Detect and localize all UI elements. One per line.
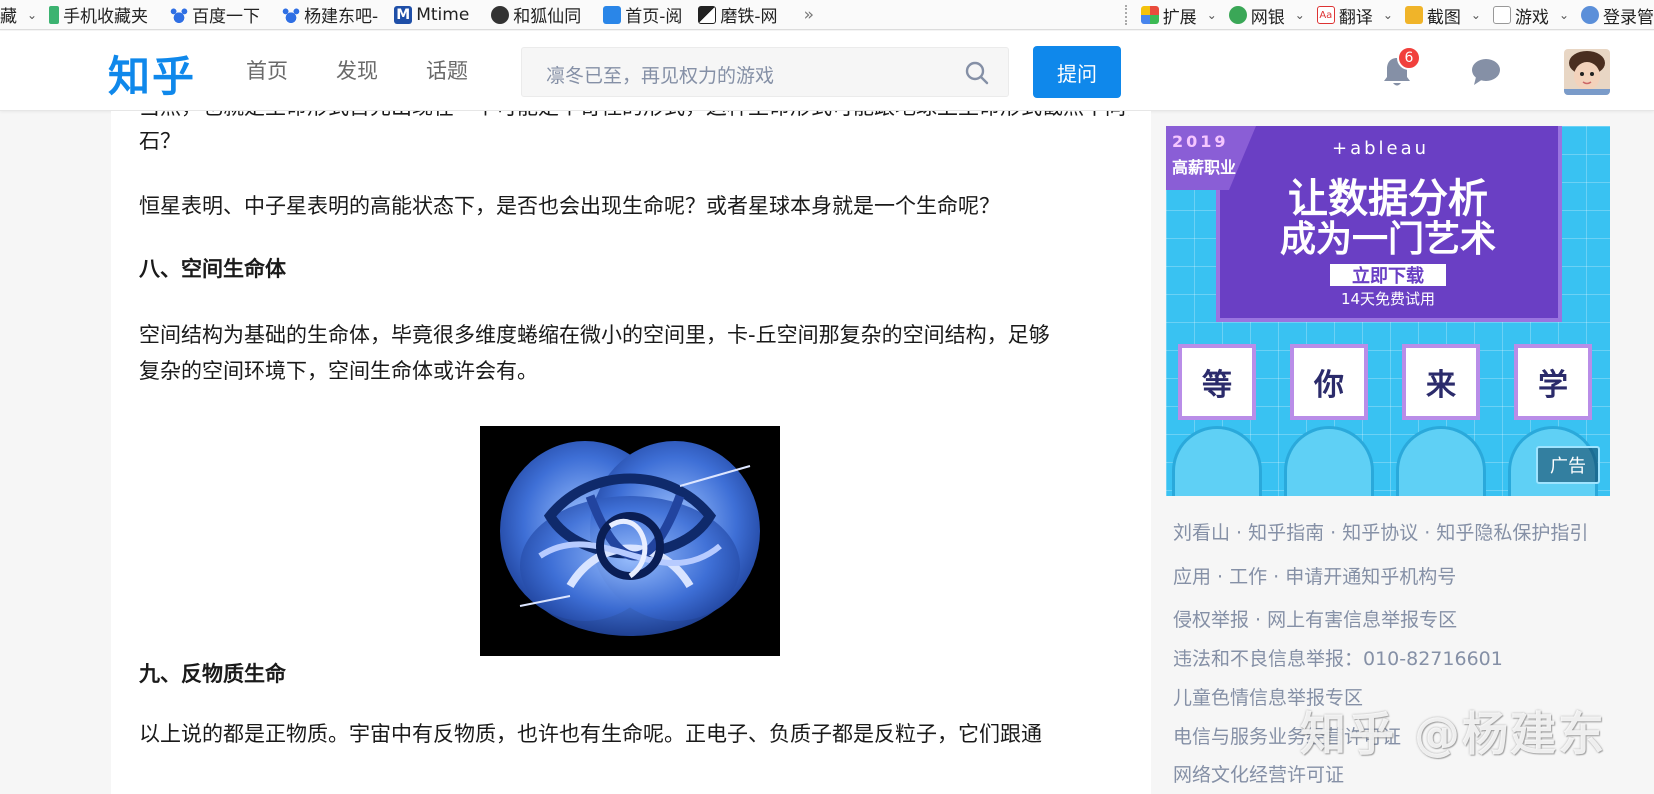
toolbar-label: 截图 [1426, 7, 1461, 28]
footer-links-row[interactable]: 刘看山 · 知乎指南 · 知乎协议 · 知乎隐私保护指引 [1173, 518, 1588, 545]
page-icon [603, 5, 622, 24]
avatar-image [1564, 49, 1610, 95]
article-paragraph: 恒星表明、中子星表明的高能状态下，是否也会出现生命呢？或者星球本身就是一个生命呢… [139, 194, 1000, 218]
article-paragraph: 以上说的都是正物质。宇宙中有反物质，也许也有生命呢。正电子、负质子都是反粒子，它… [139, 722, 1042, 746]
section-heading: 九、反物质生命 [139, 662, 286, 686]
toolbar-label: 游戏 [1514, 7, 1549, 28]
article-image-calabi-yau[interactable] [480, 426, 780, 656]
footer-links-row[interactable]: 网络文化经营许可证 [1173, 760, 1344, 787]
chevron-down-icon: ⌄ [1558, 8, 1569, 22]
zhihu-logo[interactable]: 知乎 [108, 43, 196, 104]
more-bookmarks-button[interactable]: » [798, 0, 820, 29]
nav-home[interactable]: 首页 [246, 55, 288, 85]
game-icon [1492, 6, 1511, 24]
nav-topics[interactable]: 话题 [426, 55, 468, 85]
more-icon: » [803, 4, 814, 25]
toolbar-label: 登录管 [1603, 7, 1654, 28]
phone-icon [49, 5, 60, 24]
bookmark-label: 和狐仙同 [513, 7, 582, 27]
translate-button[interactable]: Aa 翻译 ⌄ [1311, 0, 1399, 29]
footer-report-line[interactable]: 违法和不良信息举报：010-82716601 [1173, 644, 1503, 671]
toolbar-label: 网银 [1250, 7, 1285, 28]
tableau-logo: +ableau [1332, 138, 1430, 159]
sohu-fox-icon [491, 5, 510, 24]
bookmark-item[interactable]: M Mtime [388, 0, 475, 29]
bookmarks-bar: 藏 ⌄ 手机收藏夹 百度一下 杨建东吧- M Mtime 和狐仙同 首页-阅 磨… [0, 0, 1654, 30]
ad-card: 学 [1514, 344, 1592, 420]
chevron-down-icon: ⌄ [1382, 8, 1393, 22]
tableau-ad-banner[interactable]: 2019 高薪职业 +ableau 让数据分析 成为一门艺术 立即下载 14天免… [1166, 126, 1610, 496]
bookmark-label: 杨建东吧- [304, 7, 379, 27]
extensions-icon [1140, 6, 1159, 24]
toolbar-right: 扩展 ⌄ 网银 ⌄ Aa 翻译 ⌄ 截图 ⌄ 游戏 ⌄ 登录管 [1116, 0, 1654, 29]
nav-discover[interactable]: 发现 [336, 55, 378, 85]
search-placeholder: 凛冬已至，再见权力的游戏 [546, 65, 775, 87]
bookmark-item[interactable]: 百度一下 [164, 0, 266, 29]
bookmark-item[interactable]: 和狐仙同 [485, 0, 587, 29]
ask-question-button[interactable]: 提问 [1033, 46, 1121, 98]
extensions-button[interactable]: 扩展 ⌄ [1135, 0, 1223, 29]
messages-icon[interactable] [1470, 57, 1502, 87]
search-icon[interactable] [964, 60, 990, 86]
bookmark-label: 藏 [0, 7, 17, 27]
toolbar-label: 翻译 [1338, 7, 1373, 28]
bookmark-item[interactable]: 磨铁-网 [692, 0, 783, 29]
article-content: 当然，也就是生命形式首先出现在一个可能是个奇怪的形式，这种生命形式可能跟地球上生… [111, 111, 1151, 794]
chevron-down-icon: ⌄ [1294, 8, 1305, 22]
bank-shield-icon [1228, 6, 1247, 24]
screenshot-button[interactable]: 截图 ⌄ [1399, 0, 1487, 29]
toolbar-label: 扩展 [1162, 7, 1197, 28]
zhihu-watermark: 知乎 @杨建东 [1300, 707, 1607, 761]
toolbar-divider [1124, 5, 1129, 25]
bookmark-label: Mtime [416, 4, 470, 25]
motie-icon [698, 5, 717, 24]
mtime-icon: M [394, 5, 413, 24]
baidu-paw-icon [282, 5, 301, 24]
site-header: 知乎 首页 发现 话题 凛冬已至，再见权力的游戏 提问 6 [0, 31, 1654, 111]
footer-links-row[interactable]: 应用 · 工作 · 申请开通知乎机构号 [1173, 562, 1456, 589]
calabi-yau-graphic [480, 426, 780, 656]
bookmark-item[interactable]: 手机收藏夹 [43, 0, 154, 29]
bookmark-label: 百度一下 [192, 7, 261, 27]
ad-card: 你 [1290, 344, 1368, 420]
chevron-down-icon: ⌄ [1470, 8, 1481, 22]
ad-label-badge: 广告 [1536, 446, 1600, 484]
bookmark-item[interactable]: 杨建东吧- [276, 0, 384, 29]
ad-card: 等 [1178, 344, 1256, 420]
notification-badge: 6 [1397, 46, 1421, 70]
game-button[interactable]: 游戏 ⌄ [1487, 0, 1575, 29]
section-heading: 八、空间生命体 [139, 257, 286, 281]
bank-button[interactable]: 网银 ⌄ [1223, 0, 1311, 29]
search-input[interactable]: 凛冬已至，再见权力的游戏 [521, 47, 1009, 97]
chevron-down-icon[interactable]: ⌄ [27, 8, 37, 22]
article-paragraph: 复杂的空间环境下，空间生命体或许会有。 [139, 359, 538, 383]
bookmark-label: 磨铁-网 [720, 7, 778, 27]
chevron-down-icon: ⌄ [1206, 8, 1217, 22]
bookmark-item[interactable]: 藏 ⌄ [0, 0, 43, 29]
bookmark-label: 手机收藏夹 [63, 7, 149, 27]
ad-trial-text: 14天免费试用 [1340, 290, 1436, 308]
bookmark-label: 首页-阅 [625, 7, 683, 27]
ad-subheadline: 成为一门艺术 [1279, 219, 1496, 260]
article-paragraph: 石？ [139, 129, 181, 153]
baidu-paw-icon [170, 5, 189, 24]
translate-icon: Aa [1316, 6, 1335, 24]
login-manager-button[interactable]: 登录管 [1575, 0, 1654, 29]
user-avatar[interactable] [1564, 49, 1610, 95]
ad-download-button[interactable]: 立即下载 [1330, 264, 1446, 287]
article-paragraph: 空间结构为基础的生命体，毕竟很多维度蜷缩在微小的空间里，卡-丘空间那复杂的空间结… [139, 323, 1050, 347]
bookmark-item[interactable]: 首页-阅 [597, 0, 688, 29]
screenshot-icon [1404, 6, 1423, 24]
ad-year: 2019 [1172, 132, 1229, 151]
ad-card: 来 [1402, 344, 1480, 420]
login-key-icon [1581, 6, 1599, 24]
footer-links-row[interactable]: 侵权举报 · 网上有害信息举报专区 [1173, 605, 1457, 632]
